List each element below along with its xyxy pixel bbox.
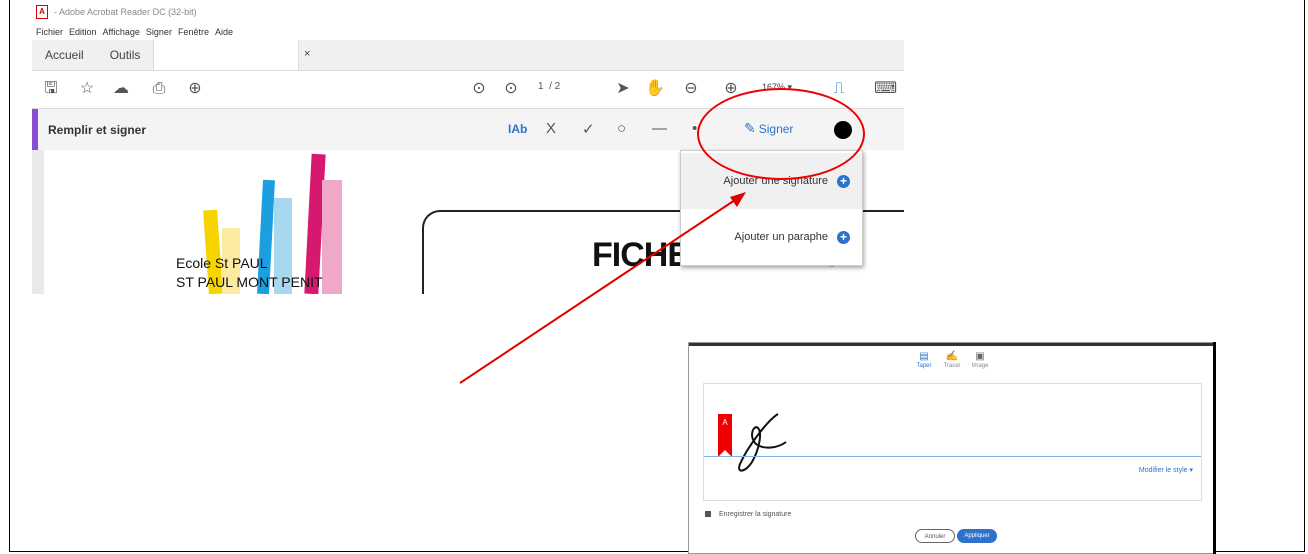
tab-taper-label: Taper	[916, 363, 932, 369]
signature-dialog: ▤ Taper ✍ Tracer ▣ Image A Modifier le styl…	[688, 342, 1215, 554]
keyboard-type-icon: ▤	[919, 351, 929, 362]
cancel-button[interactable]: Annuler	[915, 529, 955, 543]
dialog-right-edge	[1213, 342, 1216, 554]
save-signature-option[interactable]: Enregistrer la signature	[705, 511, 791, 518]
tab-image-label: Image	[971, 363, 989, 369]
save-signature-label: Enregistrer la signature	[719, 511, 792, 518]
image-icon: ▣	[975, 351, 985, 362]
apply-button[interactable]: Appliquer	[957, 529, 997, 543]
tab-image[interactable]: ▣ Image	[967, 351, 993, 369]
save-signature-checkbox[interactable]	[705, 511, 711, 518]
tab-tracer-label: Tracer	[943, 363, 961, 369]
signature-canvas[interactable]: A Modifier le style ▾	[703, 383, 1202, 501]
tab-taper[interactable]: ▤ Taper	[911, 351, 937, 369]
tab-tracer[interactable]: ✍ Tracer	[939, 351, 965, 369]
dialog-top-band	[689, 343, 1214, 346]
modify-style-link[interactable]: Modifier le style ▾	[1139, 466, 1193, 474]
draw-pen-icon: ✍	[945, 351, 959, 362]
signature-stroke	[738, 413, 787, 472]
signature-baseline	[704, 456, 1201, 457]
